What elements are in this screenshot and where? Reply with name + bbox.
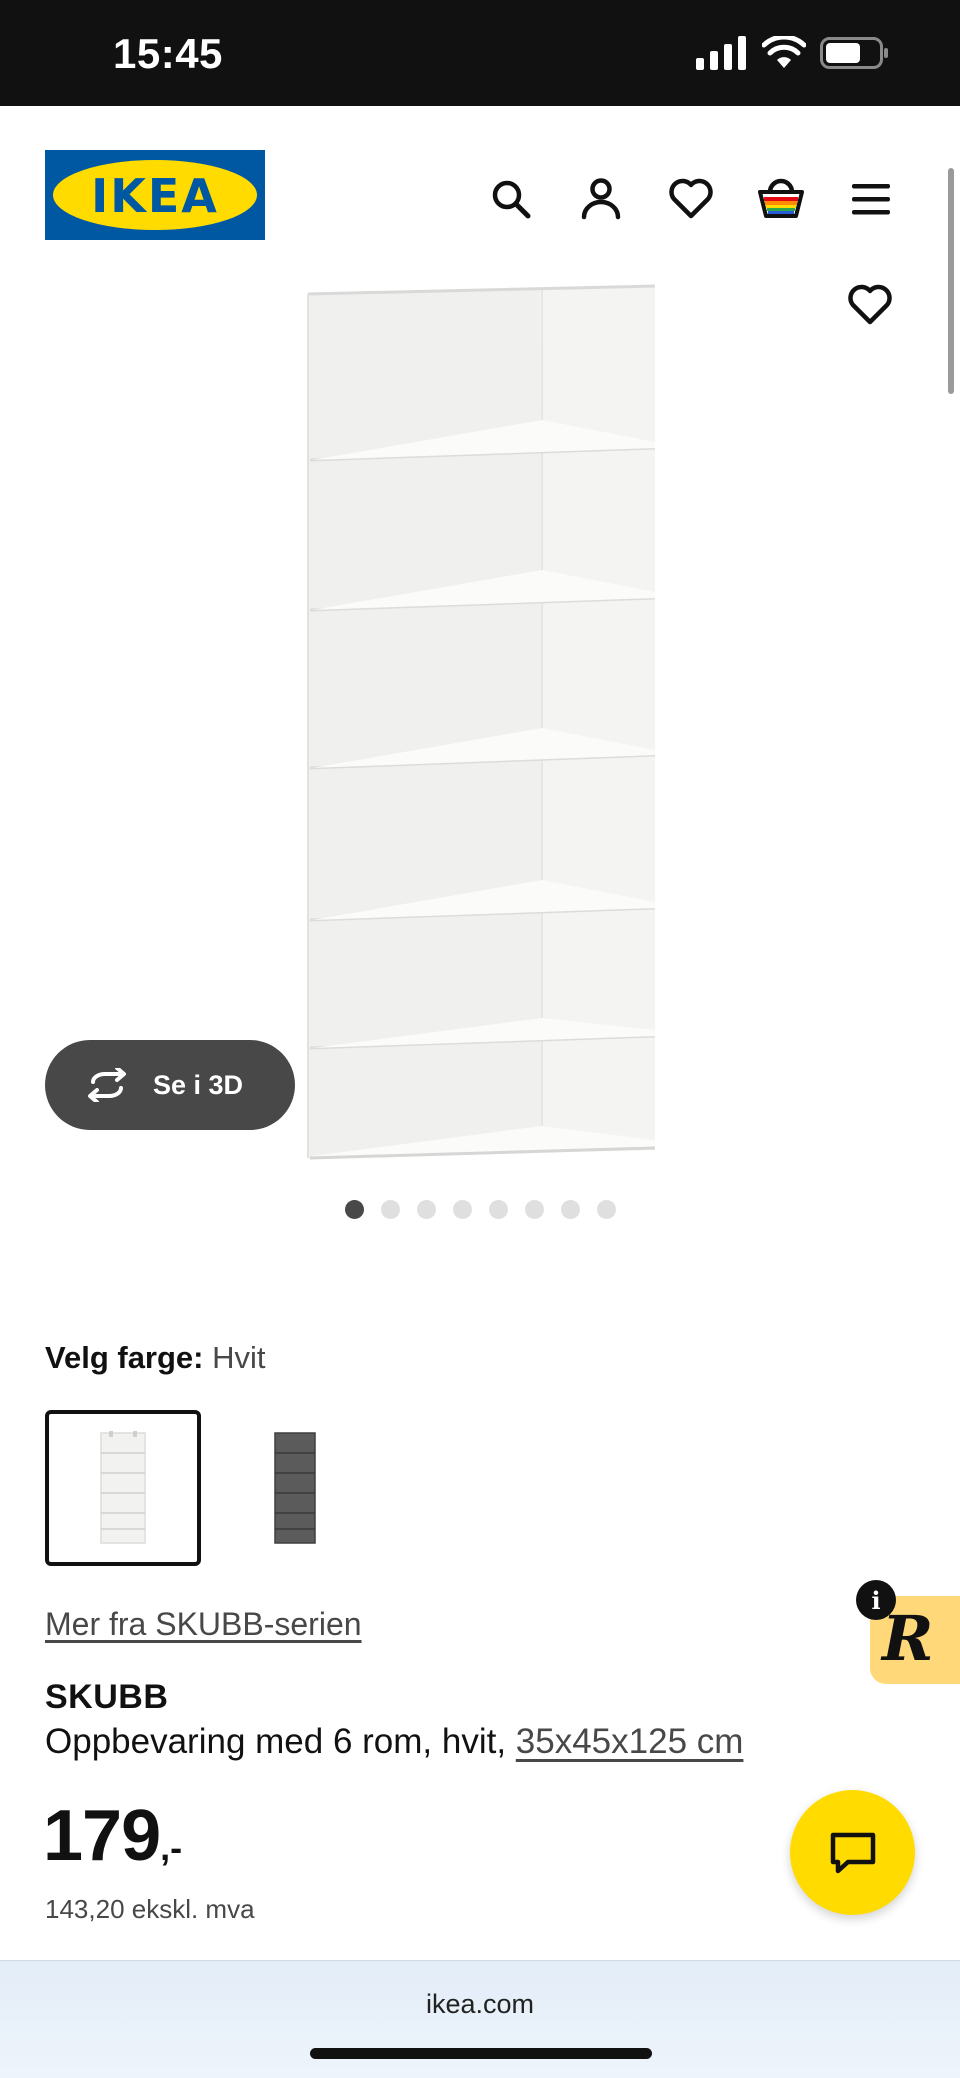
product-price: 179,- bbox=[43, 1795, 182, 1877]
color-label-key: Velg farge: bbox=[45, 1340, 204, 1375]
image-carousel-dots bbox=[345, 1200, 616, 1219]
price-integer: 179 bbox=[43, 1796, 161, 1876]
battery-icon bbox=[820, 37, 888, 69]
basket-icon[interactable] bbox=[755, 173, 807, 225]
product-name: SKUBB bbox=[45, 1678, 169, 1716]
chat-bubble-icon bbox=[830, 1832, 875, 1873]
info-icon[interactable]: i bbox=[856, 1580, 896, 1620]
add-to-wishlist-heart-icon[interactable] bbox=[842, 277, 898, 333]
product-description-text: Oppbevaring med 6 rom, hvit, bbox=[45, 1722, 516, 1761]
view-in-3d-label: Se i 3D bbox=[153, 1069, 244, 1100]
menu-icon[interactable] bbox=[845, 173, 897, 225]
status-bar: 15:45 bbox=[0, 0, 960, 106]
product-image[interactable] bbox=[280, 270, 680, 1170]
carousel-dot[interactable] bbox=[597, 1200, 616, 1219]
chat-button[interactable] bbox=[790, 1790, 915, 1915]
carousel-dot[interactable] bbox=[417, 1200, 436, 1219]
svg-text:IKEA: IKEA bbox=[91, 169, 219, 223]
status-time: 15:45 bbox=[113, 30, 223, 77]
color-swatch-white[interactable] bbox=[45, 1410, 201, 1566]
product-description: Oppbevaring med 6 rom, hvit, 35x45x125 c… bbox=[45, 1722, 743, 1762]
carousel-dot[interactable] bbox=[489, 1200, 508, 1219]
price-excluding-vat: 143,20 ekskl. mva bbox=[45, 1894, 255, 1924]
rotate-icon bbox=[83, 1061, 131, 1109]
site-header: IKEA bbox=[0, 106, 960, 266]
carousel-dot[interactable] bbox=[345, 1200, 364, 1219]
browser-url[interactable]: ikea.com bbox=[0, 1989, 960, 2020]
carousel-dot[interactable] bbox=[381, 1200, 400, 1219]
color-picker-label: Velg farge: Hvit bbox=[45, 1340, 266, 1376]
wishlist-heart-icon[interactable] bbox=[665, 173, 717, 225]
color-selected-value: Hvit bbox=[212, 1340, 266, 1375]
carousel-dot[interactable] bbox=[525, 1200, 544, 1219]
product-size-link[interactable]: 35x45x125 cm bbox=[516, 1722, 744, 1761]
wifi-icon bbox=[762, 36, 806, 68]
carousel-dot[interactable] bbox=[453, 1200, 472, 1219]
carousel-dot[interactable] bbox=[561, 1200, 580, 1219]
price-suffix: ,- bbox=[160, 1827, 183, 1868]
browser-address-bar[interactable]: ikea.com bbox=[0, 1960, 960, 2078]
page-scrollbar[interactable] bbox=[948, 168, 954, 394]
color-swatch-dark-grey[interactable] bbox=[215, 1410, 371, 1566]
view-in-3d-button[interactable]: Se i 3D bbox=[45, 1040, 295, 1130]
signal-icon bbox=[696, 36, 746, 70]
search-icon[interactable] bbox=[485, 173, 537, 225]
ikea-logo[interactable]: IKEA bbox=[45, 150, 265, 240]
series-link[interactable]: Mer fra SKUBB-serien bbox=[45, 1606, 362, 1643]
user-icon[interactable] bbox=[575, 173, 627, 225]
status-icons bbox=[696, 36, 890, 70]
home-indicator[interactable] bbox=[310, 2048, 652, 2059]
